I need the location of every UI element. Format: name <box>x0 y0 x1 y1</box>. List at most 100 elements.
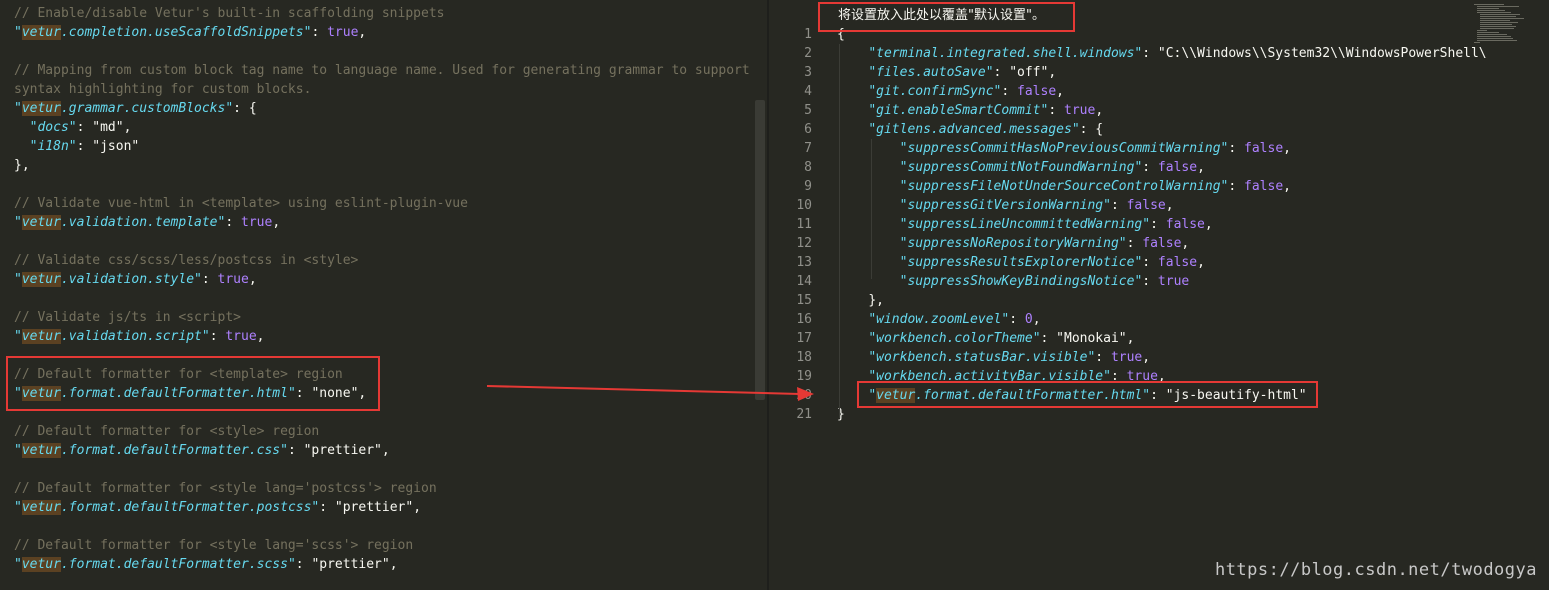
punctuation: , <box>389 557 398 572</box>
punctuation: " <box>1118 236 1127 251</box>
punctuation: , <box>272 215 281 230</box>
code-line[interactable]: // Mapping from custom block tag name to… <box>14 61 750 80</box>
code-line[interactable]: "suppressCommitNotFoundWarning": false, <box>837 158 1205 177</box>
punctuation: " <box>14 25 22 40</box>
punctuation: : <box>1009 312 1025 327</box>
minimap-line <box>1480 16 1516 17</box>
code-line[interactable]: "vetur.grammar.customBlocks": { <box>14 99 257 118</box>
code-line[interactable]: "vetur.completion.useScaffoldSnippets": … <box>14 23 366 42</box>
code-line[interactable]: "suppressGitVersionWarning": false, <box>837 196 1174 215</box>
line-number: 16 <box>796 312 812 327</box>
line-number: 15 <box>796 293 812 308</box>
code-line[interactable]: "vetur.validation.script": true, <box>14 327 264 346</box>
search-match-highlight: vetur <box>21 25 61 40</box>
code-line[interactable]: "files.autoSave": "off", <box>837 63 1056 82</box>
punctuation: : <box>1142 160 1158 175</box>
code-comment: // Default formatter for <style lang='sc… <box>14 538 414 553</box>
code-line[interactable]: // Default formatter for <style lang='sc… <box>14 536 413 555</box>
code-line[interactable]: "workbench.colorTheme": "Monokai", <box>837 329 1134 348</box>
punctuation: , <box>1142 350 1151 365</box>
punctuation: : <box>1142 274 1158 289</box>
line-number: 13 <box>796 255 812 270</box>
minimap[interactable] <box>1474 4 1534 49</box>
punctuation: " <box>868 350 877 365</box>
code-line[interactable]: // Default formatter for <style lang='po… <box>14 479 437 498</box>
watermark: https://blog.csdn.net/twodogya <box>1214 560 1537 580</box>
punctuation: , <box>413 500 422 515</box>
code-line[interactable]: "suppressCommitHasNoPreviousCommitWarnin… <box>837 139 1291 158</box>
code-line[interactable]: "suppressShowKeyBindingsNotice": true <box>837 272 1190 291</box>
code-line[interactable]: "gitlens.advanced.messages": { <box>837 120 1103 139</box>
minimap-line <box>1480 24 1512 25</box>
code-line[interactable]: "window.zoomLevel": 0, <box>837 310 1041 329</box>
punctuation: , <box>1283 141 1291 156</box>
setting-value: true <box>327 25 359 40</box>
setting-key: suppressLineUncommittedWarning <box>907 217 1143 232</box>
code-line[interactable]: // Default formatter for <style> region <box>14 422 319 441</box>
code-line[interactable]: "terminal.integrated.shell.windows": "C:… <box>837 44 1486 63</box>
setting-key: i18n <box>37 139 69 154</box>
setting-value: "off" <box>1009 65 1049 80</box>
code-line[interactable]: // Validate css/scss/less/postcss in <st… <box>14 251 358 270</box>
code-line[interactable]: "suppressFileNotUnderSourceControlWarnin… <box>837 177 1291 196</box>
code-line[interactable]: "suppressNoRepositoryWarning": false, <box>837 234 1190 253</box>
code-comment: // Validate vue-html in <template> using… <box>14 196 468 211</box>
vertical-scrollbar[interactable] <box>755 100 765 400</box>
code-line[interactable]: }, <box>14 156 30 175</box>
punctuation: , <box>381 443 390 458</box>
punctuation: : <box>1228 141 1245 156</box>
setting-key: vetur.validation.template <box>21 215 218 230</box>
setting-key: workbench.statusBar.visible <box>876 350 1088 365</box>
code-line[interactable]: "i18n": "json" <box>14 137 140 156</box>
left-editor-pane[interactable]: // Enable/disable Vetur's built-in scaff… <box>0 0 768 590</box>
code-line[interactable]: "vetur.format.defaultFormatter.scss": "p… <box>14 555 398 574</box>
punctuation: " <box>280 443 288 458</box>
code-line[interactable]: // Validate vue-html in <template> using… <box>14 194 468 213</box>
code-line[interactable]: "workbench.statusBar.visible": true, <box>837 348 1150 367</box>
punctuation: , <box>1032 312 1041 327</box>
minimap-line <box>1477 34 1507 35</box>
code-line[interactable]: "git.enableSmartCommit": true, <box>837 101 1103 120</box>
code-line[interactable]: }, <box>837 291 884 310</box>
setting-key: files.autoSave <box>876 65 986 80</box>
setting-value: 0 <box>1024 312 1033 327</box>
punctuation: " <box>201 329 210 344</box>
setting-value: false <box>1157 255 1198 270</box>
minimap-line <box>1474 4 1504 5</box>
code-comment: // Mapping from custom block tag name to… <box>14 63 750 78</box>
code-line[interactable]: "docs": "md", <box>14 118 132 137</box>
setting-key: vetur.format.defaultFormatter.postcss <box>21 500 312 515</box>
code-line[interactable]: "suppressLineUncommittedWarning": false, <box>837 215 1213 234</box>
annotation-box-left <box>6 356 380 411</box>
punctuation: " <box>287 557 296 572</box>
code-line[interactable]: "vetur.validation.style": true, <box>14 270 257 289</box>
punctuation: : <box>1228 179 1245 194</box>
indent-guide <box>871 139 872 279</box>
code-line[interactable]: // Enable/disable Vetur's built-in scaff… <box>14 4 444 23</box>
setting-key: gitlens.advanced.messages <box>876 122 1072 137</box>
line-number: 5 <box>804 103 812 118</box>
code-line[interactable]: "suppressResultsExplorerNotice": false, <box>837 253 1205 272</box>
punctuation: , <box>248 272 257 287</box>
line-number: 14 <box>796 274 812 289</box>
code-line[interactable]: "vetur.format.defaultFormatter.css": "pr… <box>14 441 390 460</box>
line-number: 19 <box>796 369 812 384</box>
setting-key: vetur.grammar.customBlocks <box>21 101 226 116</box>
punctuation: , <box>256 329 265 344</box>
code-line[interactable]: "git.confirmSync": false, <box>837 82 1064 101</box>
code-line[interactable]: "vetur.format.defaultFormatter.postcss":… <box>14 498 421 517</box>
code-line[interactable]: "vetur.validation.template": true, <box>14 213 280 232</box>
punctuation: " <box>868 84 877 99</box>
code-text: }, <box>14 158 30 173</box>
setting-value: false <box>1017 84 1057 99</box>
setting-key: vetur.completion.useScaffoldSnippets <box>21 25 304 40</box>
setting-key: vetur.format.defaultFormatter.scss <box>21 557 288 572</box>
setting-key: suppressShowKeyBindingsNotice <box>907 274 1135 289</box>
code-line[interactable]: // Validate js/ts in <script> <box>14 308 241 327</box>
code-line[interactable]: syntax highlighting for custom blocks. <box>14 80 311 99</box>
right-editor-pane[interactable]: 1{2 "terminal.integrated.shell.windows":… <box>769 0 1549 590</box>
punctuation: " <box>868 122 877 137</box>
